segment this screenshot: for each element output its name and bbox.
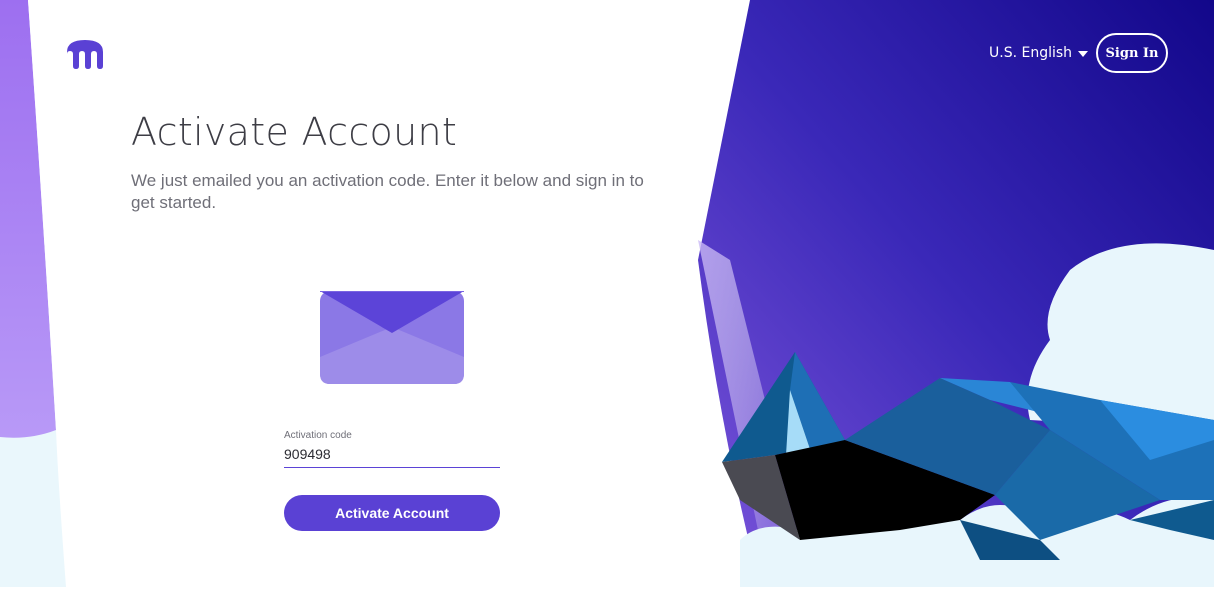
hero-illustration bbox=[0, 0, 1214, 587]
left-decoration bbox=[0, 0, 80, 587]
kraken-logo-icon[interactable] bbox=[64, 36, 106, 70]
language-label: U.S. English bbox=[989, 45, 1073, 61]
activate-account-button[interactable]: Activate Account bbox=[284, 495, 500, 531]
language-selector[interactable]: U.S. English bbox=[989, 43, 1089, 63]
chevron-down-icon bbox=[1078, 51, 1089, 57]
activation-code-label: Activation code bbox=[284, 430, 352, 441]
activation-code-field: Activation code bbox=[284, 428, 500, 474]
page-subtitle: We just emailed you an activation code. … bbox=[131, 171, 644, 212]
page-title: Activate Account bbox=[131, 110, 458, 154]
envelope-icon bbox=[320, 291, 464, 384]
sign-in-button[interactable]: Sign In bbox=[1096, 33, 1168, 73]
activation-code-input[interactable] bbox=[284, 444, 500, 468]
